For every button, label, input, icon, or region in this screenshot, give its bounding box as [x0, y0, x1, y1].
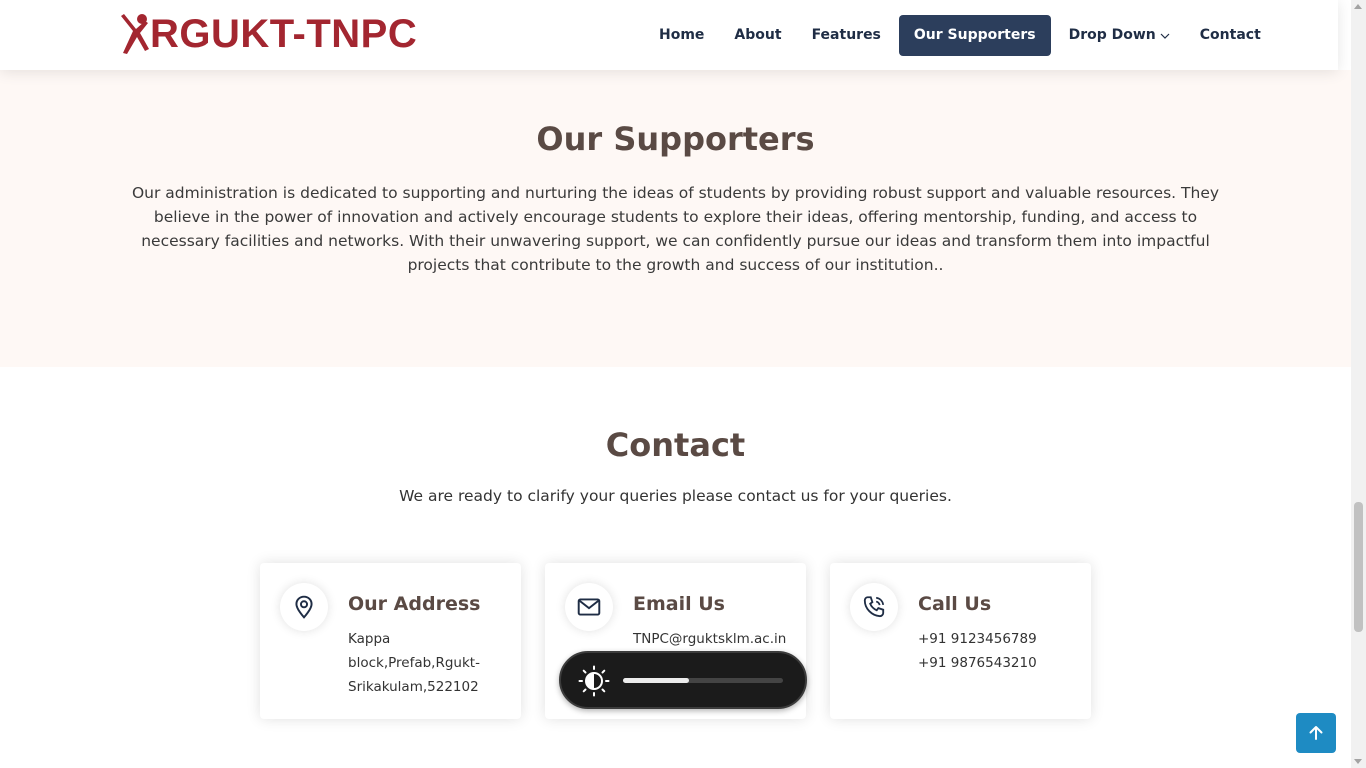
supporters-description: Our administration is dedicated to suppo…	[131, 184, 1220, 274]
address-card: Our Address Kappa block,Prefab,Rgukt- Sr…	[260, 563, 521, 719]
phone-card: Call Us +91 9123456789 +91 9876543210	[830, 563, 1091, 719]
supporters-title: Our Supporters	[536, 120, 815, 158]
phone-text: +91 9123456789 +91 9876543210	[918, 627, 1078, 675]
logo-text: RGUKT-TNPC	[150, 12, 418, 56]
nav-home[interactable]: Home	[644, 15, 719, 56]
address-line: Srikakulam,522102	[348, 679, 479, 695]
address-title: Our Address	[348, 593, 481, 615]
address-line: block,Prefab,Rgukt-	[348, 655, 480, 671]
email-title: Email Us	[633, 593, 725, 615]
email-text: TNPC@rguktsklm.ac.in	[633, 627, 793, 651]
nav-our-supporters[interactable]: Our Supporters	[898, 15, 1051, 56]
address-text: Kappa block,Prefab,Rgukt- Srikakulam,522…	[348, 627, 508, 699]
nav-contact[interactable]: Contact	[1185, 15, 1276, 56]
nav-about[interactable]: About	[719, 15, 796, 56]
nav-drop-down-label: Drop Down	[1068, 27, 1156, 43]
email-address[interactable]: TNPC@rguktsklm.ac.in	[633, 627, 793, 651]
main-nav: Home About Features Our Supporters Drop …	[644, 15, 1276, 56]
site-header: RGUKT-TNPC Home About Features Our Suppo…	[0, 0, 1338, 70]
brightness-slider-fill	[623, 678, 689, 683]
scroll-up-arrow-icon[interactable]	[1354, 4, 1362, 9]
phone-number[interactable]: +91 9123456789	[918, 627, 1078, 651]
arrow-up-icon	[1309, 726, 1323, 740]
contact-subtitle: We are ready to clarify your queries ple…	[399, 487, 952, 505]
nav-drop-down[interactable]: Drop Down	[1054, 15, 1185, 56]
back-to-top-button[interactable]	[1296, 713, 1336, 753]
chevron-down-icon	[1160, 33, 1170, 39]
envelope-icon	[565, 583, 613, 631]
scrollbar-thumb[interactable]	[1354, 502, 1363, 632]
logo-figure-icon	[121, 14, 149, 54]
phone-title: Call Us	[918, 593, 992, 615]
scroll-down-arrow-icon[interactable]	[1354, 759, 1362, 764]
brightness-icon	[578, 665, 610, 697]
brightness-slider[interactable]	[623, 678, 783, 683]
phone-number[interactable]: +91 9876543210	[918, 651, 1078, 675]
page: RGUKT-TNPC Home About Features Our Suppo…	[0, 0, 1351, 768]
map-pin-icon	[280, 583, 328, 631]
brightness-control	[559, 651, 807, 709]
page-scrollbar[interactable]	[1351, 0, 1366, 768]
nav-features[interactable]: Features	[797, 15, 896, 56]
supporters-section: Our Supporters Our administration is ded…	[0, 70, 1351, 367]
address-line: Kappa	[348, 631, 391, 647]
site-logo[interactable]: RGUKT-TNPC	[119, 12, 417, 56]
phone-icon	[850, 583, 898, 631]
contact-title: Contact	[605, 426, 746, 464]
